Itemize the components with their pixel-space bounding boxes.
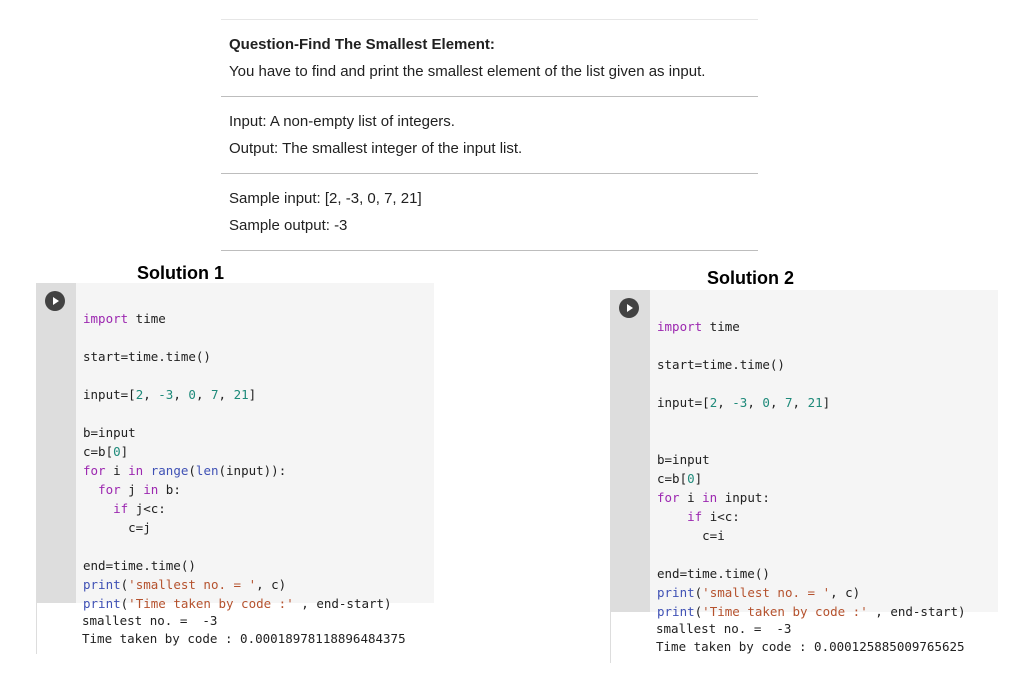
code-line: if i<c:	[687, 509, 740, 524]
code-text: import time start=time.time() input=[2, …	[76, 283, 434, 613]
code-line: c=i	[657, 528, 725, 543]
code-text: import time start=time.time() input=[2, …	[650, 290, 998, 621]
code-line: for j in b:	[98, 482, 181, 497]
question-io-section: Input: A non-empty list of integers. Out…	[221, 97, 758, 174]
output-line: smallest no. = -3	[656, 621, 792, 636]
code-line: start=time.time()	[657, 357, 785, 372]
code-line: c=j	[83, 520, 151, 535]
code-line: import time	[83, 311, 166, 326]
code-line: print('Time taken by code :' , end-start…	[83, 596, 392, 611]
question-panel: Question-Find The Smallest Element: You …	[221, 19, 758, 251]
sample-output: Sample output: -3	[229, 217, 348, 234]
code-line: c=b[0]	[83, 444, 129, 459]
output-line: Time taken by code : 0.00018978118896484…	[82, 631, 406, 646]
question-sample-section: Sample input: [2, -3, 0, 7, 21] Sample o…	[221, 174, 758, 251]
code-line: input=[2, -3, 0, 7, 21]	[83, 387, 257, 402]
cell-output: smallest no. = -3 Time taken by code : 0…	[656, 620, 965, 656]
code-line: for i in range(len(input)):	[83, 463, 287, 478]
question-header-section: Question-Find The Smallest Element: You …	[221, 20, 758, 97]
sample-input: Sample input: [2, -3, 0, 7, 21]	[229, 190, 422, 207]
code-line: import time	[657, 319, 740, 334]
code-line: end=time.time()	[657, 566, 770, 581]
cell-output: smallest no. = -3 Time taken by code : 0…	[82, 612, 406, 648]
cell-gutter	[36, 283, 76, 603]
solution-2-heading: Solution 2	[707, 268, 794, 288]
code-line: c=b[0]	[657, 471, 703, 486]
output-line: smallest no. = -3	[82, 613, 218, 628]
code-line: print('smallest no. = ', c)	[83, 577, 287, 592]
play-circle-icon	[53, 297, 59, 305]
output-border	[36, 603, 37, 654]
code-line: print('smallest no. = ', c)	[657, 585, 861, 600]
code-editor[interactable]: import time start=time.time() input=[2, …	[650, 290, 998, 619]
question-input-spec: Input: A non-empty list of integers.	[229, 113, 455, 130]
code-line: b=input	[83, 425, 136, 440]
code-line: end=time.time()	[83, 558, 196, 573]
code-line: input=[2, -3, 0, 7, 21]	[657, 395, 831, 410]
question-description: You have to find and print the smallest …	[229, 63, 706, 80]
solution-1-heading: Solution 1	[137, 263, 224, 283]
question-title: Question-Find The Smallest Element:	[229, 36, 495, 53]
code-line: print('Time taken by code :' , end-start…	[657, 604, 966, 619]
cell-gutter	[610, 290, 650, 612]
output-line: Time taken by code : 0.00012588500976562…	[656, 639, 965, 654]
code-editor[interactable]: import time start=time.time() input=[2, …	[76, 283, 434, 611]
output-border	[610, 612, 611, 663]
code-line: for i in input:	[657, 490, 770, 505]
code-line: if j<c:	[113, 501, 166, 516]
code-line: start=time.time()	[83, 349, 211, 364]
solution-2-code-cell[interactable]: import time start=time.time() input=[2, …	[610, 290, 998, 663]
run-cell-button[interactable]	[619, 298, 639, 318]
code-line: b=input	[657, 452, 710, 467]
play-circle-icon	[627, 304, 633, 312]
run-cell-button[interactable]	[45, 291, 65, 311]
question-output-spec: Output: The smallest integer of the inpu…	[229, 140, 523, 157]
solution-1-code-cell[interactable]: import time start=time.time() input=[2, …	[36, 283, 434, 654]
